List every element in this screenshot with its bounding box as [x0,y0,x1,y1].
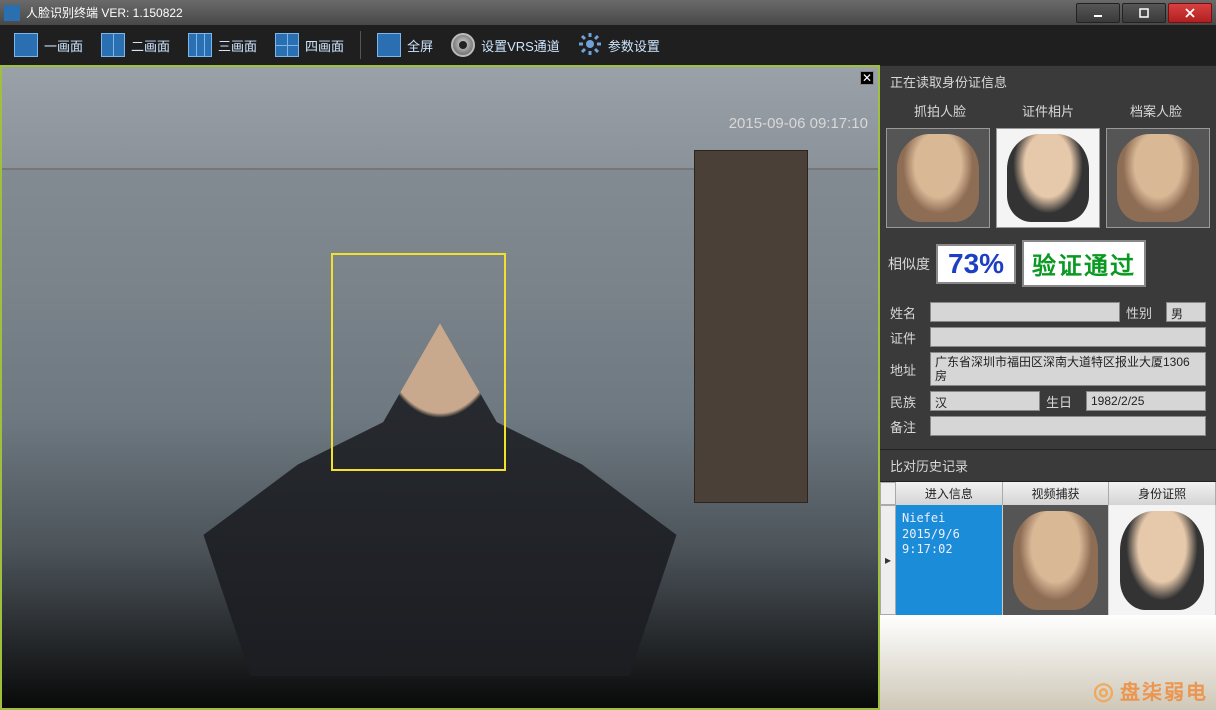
col-archive: 档案人脸 [1130,101,1182,120]
birth-label: 生日 [1046,392,1080,411]
view-4-label: 四画面 [305,36,344,55]
name-field[interactable] [930,302,1120,322]
h-col-video[interactable]: 视频捕获 [1003,482,1110,505]
ethnic-field[interactable]: 汉 [930,391,1040,411]
remark-field[interactable] [930,416,1206,436]
h-info-date: 2015/9/6 [902,527,996,543]
gender-label: 性别 [1126,303,1160,322]
similarity-value: 73% [936,244,1016,284]
watermark-text: 盘柒弱电 [1120,682,1208,704]
addr-label: 地址 [890,360,924,379]
similarity-row: 相似度 73% 验证通过 [880,232,1216,295]
h-enter-cell: Niefei 2015/9/6 9:17:02 [896,505,1003,615]
vrs-label: 设置VRS通道 [481,36,560,55]
gear-icon [578,32,602,59]
watermark-logo-icon: ◎ [1093,678,1116,705]
side-panel: 正在读取身份证信息 抓拍人脸 证件相片 档案人脸 相似度 73% 验证通过 姓名… [880,65,1216,710]
view-2-label: 二画面 [131,36,170,55]
h-col-enter[interactable]: 进入信息 [896,482,1003,505]
minimize-button[interactable] [1076,3,1120,23]
reading-status: 正在读取身份证信息 [880,65,1216,97]
panel-close-icon[interactable]: ✕ [860,71,874,85]
view-3-button[interactable]: 三画面 [182,30,263,60]
fullscreen-label: 全屏 [407,36,433,55]
grid-3-icon [188,33,212,57]
h-info-name: Niefei [902,511,996,527]
grid-4-icon [275,33,299,57]
video-timestamp: 2015-09-06 09:17:10 [729,115,868,132]
grid-2-icon [101,33,125,57]
window-controls [1074,3,1212,23]
close-button[interactable] [1168,3,1212,23]
birth-field[interactable]: 1982/2/25 [1086,391,1206,411]
watermark: ◎盘柒弱电 [1093,676,1208,706]
camera-icon [451,33,475,57]
history-row[interactable]: ▸ Niefei 2015/9/6 9:17:02 [880,505,1216,615]
thumbs-row [880,124,1216,232]
id-form: 姓名 性别 男 证件 地址 广东省深圳市福田区深南大道特区报业大厦1306房 民… [880,295,1216,449]
view-4-button[interactable]: 四画面 [269,30,350,60]
view-1-label: 一画面 [44,36,83,55]
thumbs-header: 抓拍人脸 证件相片 档案人脸 [880,97,1216,124]
settings-button[interactable]: 参数设置 [572,29,666,62]
verify-pass-badge: 验证通过 [1022,240,1146,287]
face-bounding-box [331,253,506,471]
history-row-arrow[interactable]: ▸ [880,505,896,615]
history-title: 比对历史记录 [880,449,1216,481]
capture-face-thumb [886,128,990,228]
col-idphoto: 证件相片 [1022,101,1074,120]
id-label: 证件 [890,328,924,347]
gender-field[interactable]: 男 [1166,302,1206,322]
h-col-idphoto[interactable]: 身份证照 [1109,482,1216,505]
h-info-time: 9:17:02 [902,542,996,558]
video-bg-door [694,150,808,503]
view-3-label: 三画面 [218,36,257,55]
toolbar: 一画面 二画面 三画面 四画面 全屏 设置VRS通道 参数设置 [0,25,1216,65]
maximize-button[interactable] [1122,3,1166,23]
window-title: 人脸识别终端 VER: 1.150822 [26,4,1074,21]
h-video-cell [1003,505,1110,615]
history-header: 进入信息 视频捕获 身份证照 [880,481,1216,505]
ethnic-label: 民族 [890,392,924,411]
history-row-selector[interactable] [880,482,896,505]
fullscreen-icon [377,33,401,57]
h-idphoto-cell [1109,505,1216,615]
vrs-button[interactable]: 设置VRS通道 [445,30,566,60]
view-1-button[interactable]: 一画面 [8,30,89,60]
id-photo-thumb [996,128,1100,228]
addr-field[interactable]: 广东省深圳市福田区深南大道特区报业大厦1306房 [930,352,1206,386]
view-2-button[interactable]: 二画面 [95,30,176,60]
main-area: ✕ 2015-09-06 09:17:10 正在读取身份证信息 抓拍人脸 证件相… [0,65,1216,710]
id-field[interactable] [930,327,1206,347]
archive-face-thumb [1106,128,1210,228]
similarity-label: 相似度 [888,254,930,274]
app-icon [4,5,20,21]
title-bar: 人脸识别终端 VER: 1.150822 [0,0,1216,25]
remark-label: 备注 [890,417,924,436]
video-panel[interactable]: ✕ 2015-09-06 09:17:10 [0,65,880,710]
col-capture: 抓拍人脸 [914,101,966,120]
separator [360,31,361,59]
settings-label: 参数设置 [608,36,660,55]
fullscreen-button[interactable]: 全屏 [371,30,439,60]
name-label: 姓名 [890,303,924,322]
grid-1-icon [14,33,38,57]
